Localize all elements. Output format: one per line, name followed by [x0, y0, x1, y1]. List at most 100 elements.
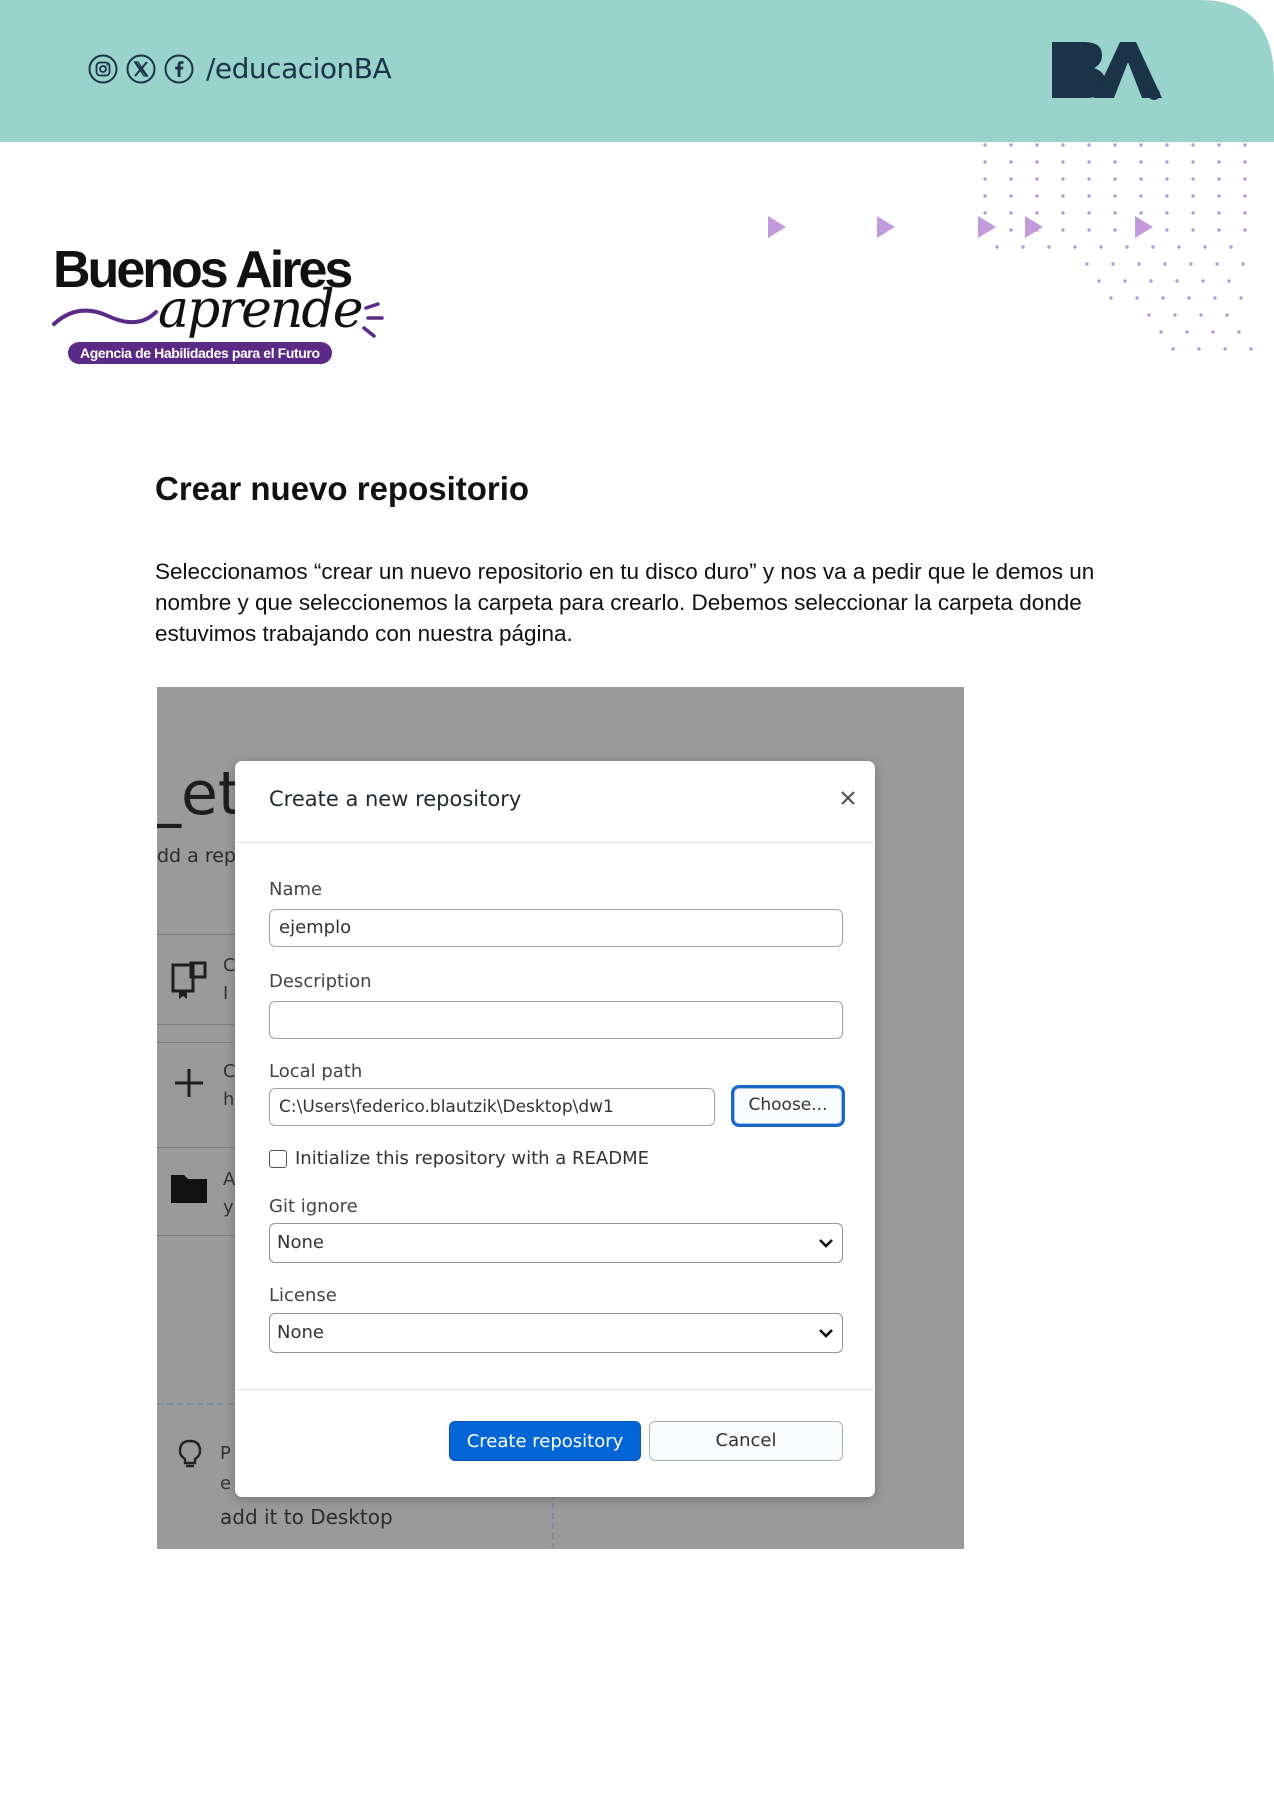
- decor-dot: [1163, 262, 1167, 266]
- bg-heading-fragment: _et: [157, 759, 242, 829]
- description-input[interactable]: [269, 1001, 843, 1039]
- name-label: Name: [269, 879, 323, 900]
- github-desktop-screenshot: _et dd a repo C I C h A y P e add it to …: [157, 687, 964, 1549]
- lightbulb-icon: [178, 1439, 202, 1468]
- decor-dot: [1197, 347, 1201, 351]
- gitignore-label: Git ignore: [269, 1196, 358, 1217]
- cancel-button[interactable]: Cancel: [649, 1421, 843, 1461]
- decor-dot: [1035, 211, 1039, 215]
- choose-button[interactable]: Choose...: [731, 1085, 845, 1127]
- brand-tagline: Agencia de Habilidades para el Futuro: [68, 342, 332, 364]
- decor-dot: [1087, 194, 1091, 198]
- decor-dot: [1177, 245, 1181, 249]
- decor-dot: [1035, 177, 1039, 181]
- decor-dot: [1137, 262, 1141, 266]
- decor-dot: [1243, 160, 1247, 164]
- decor-dot: [1087, 160, 1091, 164]
- decor-dot: [1249, 347, 1253, 351]
- folder-icon: [171, 1175, 207, 1203]
- decor-dot: [1215, 262, 1219, 266]
- body-paragraph: Seleccionamos “crear un nuevo repositori…: [155, 559, 1095, 646]
- decor-dot: [1125, 245, 1129, 249]
- decor-dot: [1239, 296, 1243, 300]
- decor-dot: [1161, 296, 1165, 300]
- decor-dot: [1237, 330, 1241, 334]
- decor-dot: [1085, 262, 1089, 266]
- decor-dot: [983, 211, 987, 215]
- decor-dot: [1201, 279, 1205, 283]
- decor-dot: [1009, 194, 1013, 198]
- decor-dot: [1135, 296, 1139, 300]
- buenos-aires-aprende-logo: Buenos Aires aprende Agencia de Habilida…: [48, 240, 388, 370]
- license-select[interactable]: None: [269, 1313, 843, 1353]
- bg-row2-a: C: [223, 1061, 236, 1082]
- decor-dot: [1241, 262, 1245, 266]
- decor-dot: [1223, 347, 1227, 351]
- decor-dot: [1109, 296, 1113, 300]
- decor-dot: [1113, 143, 1117, 147]
- bg-divider: [157, 1147, 237, 1148]
- decor-dot: [1113, 228, 1117, 232]
- decor-dot: [1217, 211, 1221, 215]
- decor-dot: [1217, 194, 1221, 198]
- decor-dot: [1113, 177, 1117, 181]
- decor-dot: [1035, 143, 1039, 147]
- decor-dot: [1165, 177, 1169, 181]
- license-label: License: [269, 1285, 337, 1306]
- decor-dot: [1191, 160, 1195, 164]
- decor-dot: [1099, 245, 1103, 249]
- decor-dot: [1227, 279, 1231, 283]
- decor-dot: [1113, 211, 1117, 215]
- decor-dot: [1113, 194, 1117, 198]
- create-repository-button[interactable]: Create repository: [449, 1421, 641, 1461]
- bg-divider: [157, 1042, 237, 1043]
- decor-dot: [1165, 194, 1169, 198]
- decor-dot: [1203, 245, 1207, 249]
- clone-repo-icon: [171, 961, 207, 999]
- decor-dot: [995, 245, 999, 249]
- decor-dot: [1009, 228, 1013, 232]
- decor-dot: [1159, 330, 1163, 334]
- decor-dot: [1191, 211, 1195, 215]
- decor-dot: [1087, 177, 1091, 181]
- bg-divider: [157, 1024, 237, 1025]
- close-icon[interactable]: [835, 785, 861, 811]
- readme-checkbox[interactable]: [269, 1149, 287, 1168]
- decor-dot: [1139, 177, 1143, 181]
- decor-dot: [1061, 228, 1065, 232]
- bg-divider: [157, 1235, 237, 1236]
- name-input[interactable]: ejemplo: [269, 909, 843, 947]
- decor-dot: [1243, 211, 1247, 215]
- bg-row3-a: A: [223, 1169, 236, 1190]
- description-label: Description: [269, 971, 372, 992]
- bg-row1-b: I: [223, 983, 229, 1004]
- decor-dot: [1243, 143, 1247, 147]
- decor-dot: [1217, 228, 1221, 232]
- decor-dot: [983, 177, 987, 181]
- decor-dot: [1165, 211, 1169, 215]
- decor-dot: [1173, 313, 1177, 317]
- create-repository-dialog: Create a new repository Name ejemplo Des…: [235, 761, 875, 1497]
- decor-dot: [1139, 211, 1143, 215]
- decor-dot: [1165, 228, 1169, 232]
- decor-dot: [1139, 194, 1143, 198]
- decor-dot: [1113, 160, 1117, 164]
- decor-dot: [1087, 211, 1091, 215]
- decor-dot: [1217, 177, 1221, 181]
- decor-dot: [1217, 160, 1221, 164]
- decor-dot: [1009, 160, 1013, 164]
- gitignore-select[interactable]: None: [269, 1223, 843, 1263]
- local-path-input[interactable]: C:\Users\federico.blautzik\Desktop\dw1: [269, 1088, 715, 1126]
- decor-dot: [1175, 279, 1179, 283]
- readme-label: Initialize this repository with a README: [295, 1148, 649, 1169]
- decor-dot: [1191, 143, 1195, 147]
- decor-dot: [1199, 313, 1203, 317]
- bg-divider: [157, 934, 237, 935]
- plus-icon: [175, 1069, 203, 1097]
- dialog-header: Create a new repository: [235, 761, 875, 843]
- decor-dot: [983, 194, 987, 198]
- chevron-down-icon: [819, 1239, 833, 1248]
- decor-dot: [1061, 143, 1065, 147]
- license-value: None: [277, 1322, 324, 1343]
- decor-dot: [1123, 279, 1127, 283]
